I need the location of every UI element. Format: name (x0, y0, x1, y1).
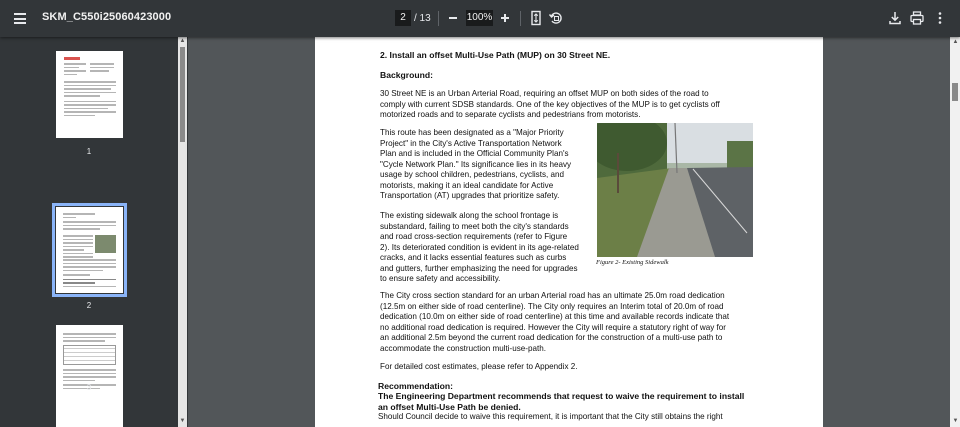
paragraph-line: 30 Street NE is an Urban Arterial Road, … (380, 89, 709, 98)
paragraph-line: Project" in the City's Active Transporta… (380, 138, 562, 148)
zoom-in-icon[interactable] (499, 11, 511, 25)
thumb-logo (64, 57, 80, 60)
page-thumbnail-1[interactable] (56, 51, 123, 138)
pdf-page: 2. Install an offset Multi-Use Path (MUP… (315, 37, 823, 427)
toolbar-divider (520, 11, 521, 26)
paragraph-line: motorized roads and to separate cyclists… (380, 110, 641, 119)
paragraph-line: (12.5m on either side of road centerline… (380, 301, 724, 311)
selected-thumbnail-highlight (52, 203, 127, 297)
page-number-input[interactable]: 2 (395, 10, 411, 26)
paragraph-line: and road cross-section requirements (ref… (380, 232, 568, 241)
zoom-out-icon[interactable] (447, 11, 459, 25)
toolbar-divider (438, 11, 439, 26)
scroll-up-arrow[interactable]: ▲ (951, 38, 960, 46)
recommendation-line: an offset Multi-Use Path be denied. (378, 401, 521, 412)
paragraph-line: For detailed cost estimates, please refe… (380, 362, 578, 371)
thumbnail-label: 1 (86, 147, 92, 156)
print-icon[interactable] (909, 10, 925, 26)
document-title: SKM_C550i25060423000 (42, 11, 172, 23)
paragraph-line: Plan and is included in the Official Com… (380, 149, 569, 158)
page-thumbnail-3[interactable] (56, 325, 123, 411)
paragraph-line: accommodate the construction multi-use-p… (380, 343, 547, 353)
more-options-icon[interactable] (932, 10, 948, 26)
page-total: / 13 (414, 13, 431, 24)
thumbnail-label: 2 (86, 301, 92, 310)
thumbnail-label: 3 (86, 383, 92, 392)
thumbnail-sidebar: 1 2 3 ▲ ▼ (0, 37, 188, 427)
paragraph-line: usage by school children, pedestrians, c… (380, 170, 565, 179)
thumb-table (63, 345, 116, 365)
background-heading: Background: (380, 70, 433, 80)
zoom-level-input[interactable]: 100% (466, 10, 493, 26)
download-icon[interactable] (887, 10, 903, 26)
menu-icon[interactable] (14, 13, 26, 24)
paragraph-line: 2). Its deteriorated condition is eviden… (380, 242, 579, 252)
paragraph-line: motorists, making it an ideal candidate … (380, 180, 554, 190)
sidebar-scrollbar-thumb[interactable] (180, 47, 185, 142)
recommendation-heading: Recommendation: (378, 381, 453, 391)
pdf-toolbar: SKM_C550i25060423000 2 / 13 100% (0, 0, 960, 37)
paragraph-line: comply with current SDSB standards. One … (380, 99, 720, 109)
paragraph-line: This route has been designated as a "Maj… (380, 128, 564, 137)
paragraph-line: an additional 2.5m beyond the current ro… (380, 333, 723, 342)
paragraph-line: and gutters, further emphasizing the nee… (380, 263, 578, 273)
paragraph-line: Transportation (AT) upgrades that priori… (380, 191, 560, 200)
recommendation-line: The Engineering Department recommends th… (378, 391, 745, 401)
paragraph-line: The existing sidewalk along the school f… (380, 211, 559, 220)
paragraph-line: The City cross section standard for an u… (380, 291, 725, 300)
paragraph-line: no additional road dedication is require… (380, 322, 726, 332)
paragraph-line: cracks, and it lacks essential features … (380, 253, 567, 262)
paragraph-line: "Cycle Network Plan." Its significance l… (380, 159, 572, 169)
paragraph-line: to ensure safety and accessibility. (380, 274, 501, 283)
sidewalk-photo (597, 123, 753, 257)
paragraph-line: Should Council decide to waive this requ… (378, 412, 723, 421)
rotate-icon[interactable] (548, 10, 564, 26)
document-viewer: 2. Install an offset Multi-Use Path (MUP… (188, 37, 950, 427)
paragraph-line: dedication (10.0m on either side of road… (380, 312, 730, 321)
scroll-up-arrow[interactable]: ▲ (178, 37, 187, 45)
main-scrollbar-thumb[interactable] (952, 83, 958, 101)
fit-page-icon[interactable] (528, 10, 544, 26)
scroll-down-arrow[interactable]: ▼ (178, 417, 187, 425)
section-heading: 2. Install an offset Multi-Use Path (MUP… (380, 50, 611, 60)
figure-caption: Figure 2- Existing Sidewalk (596, 259, 669, 266)
scroll-down-arrow[interactable]: ▼ (951, 417, 960, 425)
page-thumbnail-4[interactable] (56, 405, 123, 427)
paragraph-line: substandard, failing to meet both the ci… (380, 221, 569, 231)
